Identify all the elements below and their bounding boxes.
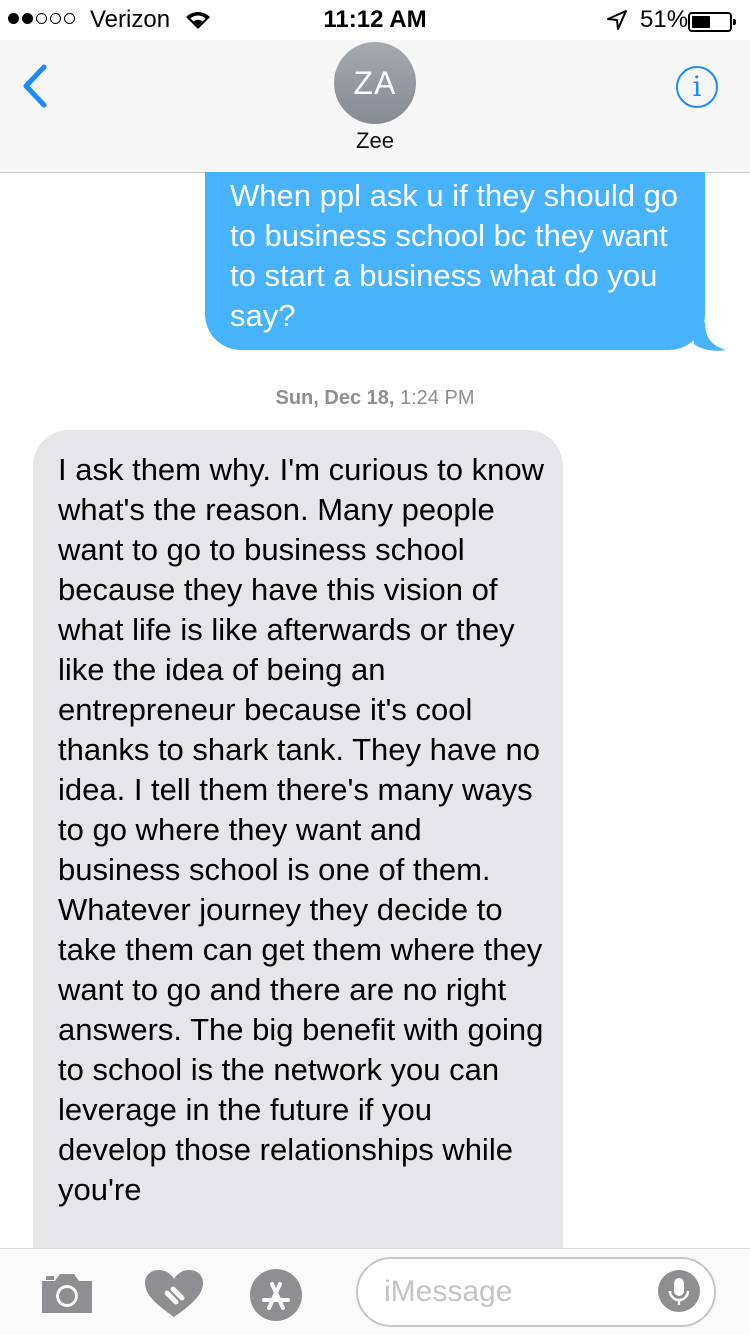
message-timestamp: Sun, Dec 18, 1:24 PM bbox=[0, 387, 750, 410]
info-icon[interactable]: i bbox=[676, 66, 718, 108]
status-bar: Verizon 11:12 AM 51% bbox=[0, 0, 750, 40]
chevron-left-icon[interactable] bbox=[22, 64, 48, 113]
incoming-message-text: I ask them why. I'm curious to know what… bbox=[58, 452, 545, 1207]
message-input-bar: iMessage bbox=[0, 1248, 750, 1335]
contact-avatar[interactable]: ZA bbox=[334, 42, 416, 124]
battery-percent: 51% bbox=[640, 6, 689, 33]
imessage-placeholder: iMessage bbox=[384, 1275, 513, 1308]
outgoing-message-bubble[interactable]: When ppl ask u if they should go to busi… bbox=[205, 172, 705, 350]
battery-nub bbox=[733, 19, 736, 25]
timestamp-time: 1:24 PM bbox=[400, 387, 475, 409]
battery-icon bbox=[688, 12, 736, 32]
conversation-header: ZA Zee i bbox=[0, 40, 750, 173]
microphone-icon[interactable] bbox=[658, 1270, 700, 1312]
contact-name[interactable]: Zee bbox=[0, 128, 750, 154]
battery-level bbox=[692, 16, 710, 28]
incoming-message-bubble[interactable]: I ask them why. I'm curious to know what… bbox=[33, 430, 563, 1250]
app-store-icon[interactable] bbox=[249, 1268, 303, 1327]
clock-time: 11:12 AM bbox=[323, 6, 427, 33]
outgoing-message-text: When ppl ask u if they should go to busi… bbox=[230, 178, 679, 333]
camera-icon[interactable] bbox=[38, 1271, 96, 1320]
timestamp-day: Sun, Dec 18, bbox=[275, 387, 395, 409]
digital-touch-icon[interactable] bbox=[143, 1269, 205, 1324]
location-arrow-icon bbox=[606, 9, 628, 36]
imessage-input[interactable]: iMessage bbox=[356, 1257, 716, 1327]
bubble-tail bbox=[690, 322, 730, 357]
